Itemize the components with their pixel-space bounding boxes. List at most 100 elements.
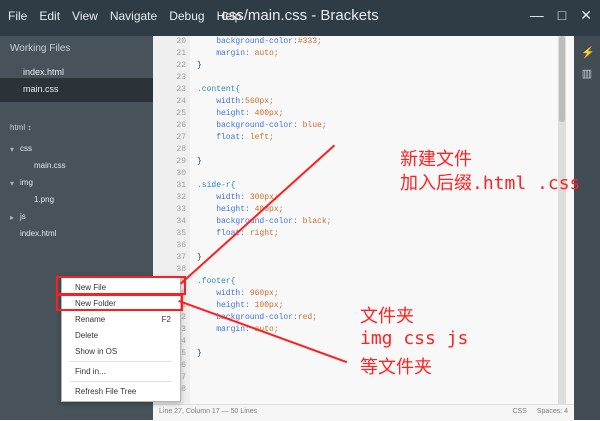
line-number: 34	[176, 217, 186, 226]
tree-file-1-png[interactable]: 1.png	[34, 195, 54, 204]
context-divider	[70, 381, 172, 382]
context-menu-delete[interactable]: Delete	[75, 331, 98, 340]
context-menu-show-in-os[interactable]: Show in OS	[75, 347, 117, 356]
annotation-new-file-line2: 加入后缀.html .css	[400, 173, 581, 194]
line-number: 21	[176, 49, 186, 58]
working-file-main-css[interactable]: main.css	[23, 84, 59, 94]
extension-manager-icon[interactable]: ▥	[581, 67, 593, 80]
window-title: css/main.css - Brackets	[221, 7, 379, 24]
code-line[interactable]: 27 float: left;	[153, 132, 574, 144]
code-line[interactable]: 48	[153, 384, 574, 396]
tree-folder-js[interactable]: js	[20, 212, 26, 221]
code-text: background-color: blue;	[197, 121, 327, 130]
code-text: .content{	[197, 85, 241, 94]
status-right-group: CSS Spaces: 4	[512, 408, 568, 415]
line-number: 30	[176, 169, 186, 178]
code-line[interactable]: 23 .content{	[153, 84, 574, 96]
code-text: background-color: black;	[216, 217, 332, 226]
line-number: 23	[176, 85, 186, 94]
code-text: background-color:#333;	[197, 37, 322, 46]
line-number: 24	[176, 97, 186, 106]
code-line[interactable]: 28	[153, 144, 574, 156]
right-toolbar: ⚡ ▥	[574, 36, 600, 420]
code-text: height: 400px;	[197, 109, 284, 118]
code-line[interactable]: 40 width: 960px;	[153, 288, 574, 300]
code-line[interactable]: 38	[153, 264, 574, 276]
cursor-position: Line 27, Column 17 — 50 Lines	[159, 408, 258, 415]
line-number: 22	[176, 61, 186, 70]
code-line[interactable]: 22}	[153, 60, 574, 72]
code-text: margin: auto;	[197, 49, 279, 58]
status-bar: Line 27, Column 17 — 50 Lines CSS Spaces…	[153, 404, 574, 421]
line-number: 26	[176, 121, 186, 130]
code-line[interactable]: 29}	[153, 156, 574, 168]
code-line[interactable]: 39.footer{	[153, 276, 574, 288]
rename-shortcut: F2	[161, 315, 171, 324]
code-line[interactable]: 23	[153, 72, 574, 84]
line-number: 23	[176, 73, 186, 82]
window-controls: — □ ✕	[530, 7, 592, 24]
live-preview-icon[interactable]: ⚡	[581, 46, 595, 59]
code-line[interactable]: 33 height: 400px;	[153, 204, 574, 216]
line-number: 28	[176, 145, 186, 154]
folder-expand-icon[interactable]: ▾	[10, 145, 14, 154]
line-number: 29	[176, 157, 186, 166]
code-line[interactable]: 24 width:560px;	[153, 96, 574, 108]
indent-mode[interactable]: Spaces: 4	[537, 408, 568, 415]
context-menu-refresh-tree[interactable]: Refresh File Tree	[75, 387, 136, 396]
new-folder-highlight	[56, 294, 183, 311]
project-root[interactable]: html ↕	[10, 123, 31, 132]
line-number: 36	[176, 241, 186, 250]
line-number: 37	[176, 253, 186, 262]
working-files-label: Working Files	[10, 43, 71, 54]
line-number: 38	[176, 265, 186, 274]
maximize-icon[interactable]: □	[558, 7, 566, 24]
code-text: .side-r{	[197, 181, 236, 190]
folder-collapse-icon[interactable]: ▸	[10, 213, 14, 222]
tree-file-main-css[interactable]: main.css	[34, 161, 66, 170]
language-mode[interactable]: CSS	[512, 408, 526, 415]
code-text: .footer{	[197, 277, 236, 286]
code-line[interactable]: 25 height: 400px;	[153, 108, 574, 120]
line-number: 31	[176, 181, 186, 190]
annotation-new-file-line1: 新建文件	[400, 149, 472, 170]
code-line[interactable]: 20 background-color:#333;	[153, 36, 574, 48]
brackets-window: File Edit View Navigate Debug Help css/m…	[0, 0, 600, 421]
code-line[interactable]: 21 margin: auto;	[153, 48, 574, 60]
line-number: 25	[176, 109, 186, 118]
code-text: float: left;	[197, 133, 274, 142]
code-text: }	[197, 157, 202, 166]
tree-folder-css[interactable]: css	[20, 144, 32, 153]
working-file-index-html[interactable]: index.html	[23, 67, 64, 77]
tree-file-index-html[interactable]: index.html	[20, 229, 56, 238]
code-text: width: 300px;	[197, 193, 279, 202]
code-line[interactable]: 26 background-color: blue;	[153, 120, 574, 132]
annotation-folder-line2: img css js	[360, 328, 469, 349]
code-text: height: 400px;	[197, 205, 284, 214]
code-text: }	[197, 61, 202, 70]
close-icon[interactable]: ✕	[580, 7, 592, 24]
new-file-highlight	[56, 276, 186, 295]
annotation-folder-line3: 等文件夹	[360, 357, 432, 378]
scrollbar-thumb[interactable]	[559, 36, 565, 122]
minimize-icon[interactable]: —	[530, 7, 544, 24]
line-number: 20	[176, 37, 186, 46]
annotation-folder-line1: 文件夹	[360, 306, 414, 327]
code-text: height: 100px;	[197, 301, 284, 310]
context-menu-rename[interactable]: Rename	[75, 315, 105, 324]
code-text: width:560px;	[197, 97, 274, 106]
line-number: 33	[176, 205, 186, 214]
code-text: }	[197, 349, 202, 358]
vertical-scrollbar[interactable]	[558, 36, 566, 404]
code-text: width: 960px;	[197, 289, 279, 298]
line-number: 35	[176, 229, 186, 238]
tree-folder-img[interactable]: img	[20, 178, 33, 187]
folder-expand-icon[interactable]: ▾	[10, 179, 14, 188]
line-number: 32	[176, 193, 186, 202]
code-line[interactable]: 34 background-color: black;	[153, 216, 574, 228]
title-bar: File Edit View Navigate Debug Help css/m…	[0, 0, 600, 36]
code-line[interactable]: 37}	[153, 252, 574, 264]
context-divider	[70, 361, 172, 362]
code-line[interactable]: 35 float: right;	[153, 228, 574, 240]
context-menu-find-in[interactable]: Find in...	[75, 367, 106, 376]
